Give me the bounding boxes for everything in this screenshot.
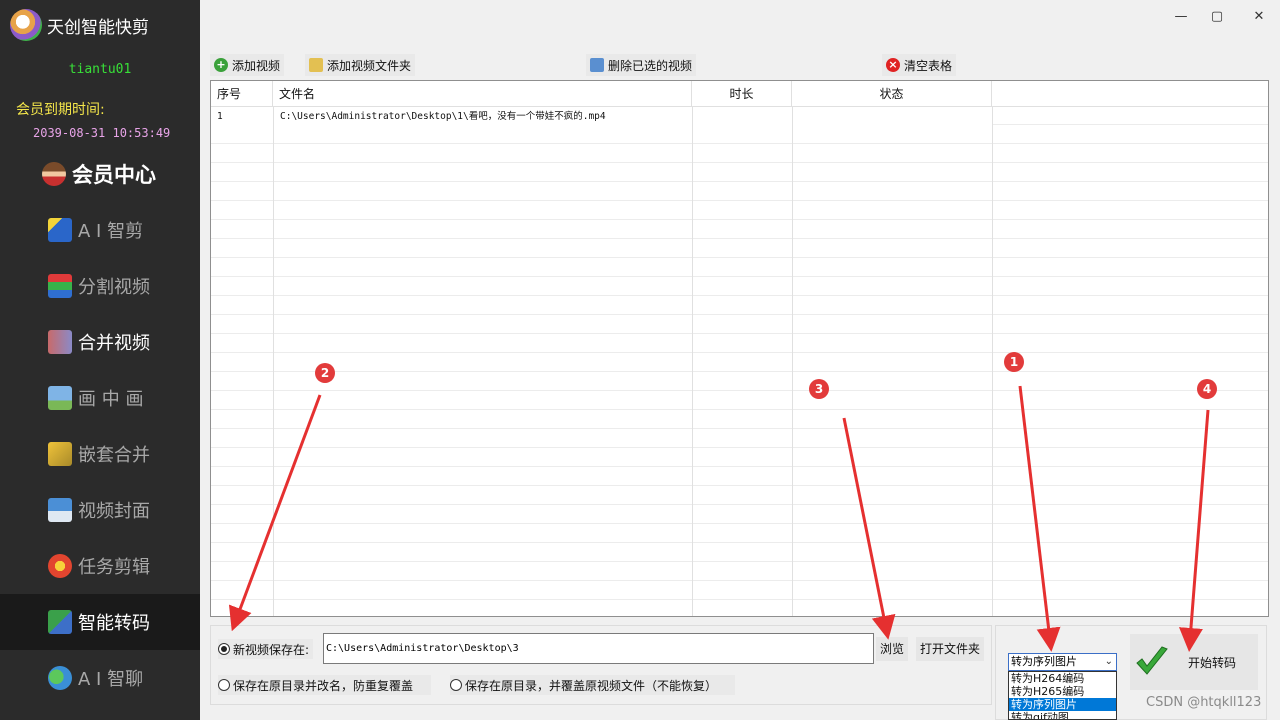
add-folder-button[interactable]: 添加视频文件夹 [305,54,416,76]
member-avatar-icon [42,162,66,186]
format-option-image-sequence[interactable]: 转为序列图片 [1009,698,1116,711]
add-folder-label: 添加视频文件夹 [327,58,412,73]
app-name: 天创智能快剪 [47,17,149,38]
cell-index: 1 [211,108,273,126]
sidebar-item-label: 画 中 画 [78,389,144,410]
clear-table-button[interactable]: × 清空表格 [882,54,957,76]
radio-button-unchecked[interactable] [450,679,462,691]
sidebar-item-nested-merge[interactable]: 嵌套合并 [0,426,200,482]
sidebar-item-label: A I 智剪 [78,221,144,242]
sidebar-nav: 会员中心 A I 智剪 分割视频 合并视频 画 中 画 嵌套合并 视频封面 任务… [0,146,200,706]
folder-add-icon [309,58,323,72]
member-expiry-date: 2039-08-31 10:53:49 [33,126,171,140]
app-title: 天创智能快剪 [10,9,149,41]
cell-status [793,108,992,126]
member-expiry-label: 会员到期时间: [16,102,105,118]
save-path-input[interactable]: C:\Users\Administrator\Desktop\3 [323,633,874,664]
column-header-index[interactable]: 序号 [211,81,273,107]
maximize-button[interactable]: ▢ [1206,6,1228,28]
column-header-status[interactable]: 状态 [792,81,992,107]
start-transcode-button[interactable]: 开始转码 [1130,634,1258,690]
plus-icon: + [214,58,228,72]
add-video-label: 添加视频 [232,58,281,73]
radio-overwrite-original[interactable]: 保存在原目录，并覆盖原视频文件（不能恢复） [450,675,736,695]
sidebar-item-split-video[interactable]: 分割视频 [0,258,200,314]
column-divider [992,107,993,616]
username: tiantu01 [68,62,132,77]
open-folder-button[interactable]: 打开文件夹 [916,637,985,661]
split-video-icon [48,274,72,298]
sidebar-item-member-center[interactable]: 会员中心 [0,146,200,202]
annotation-badge-2: 2 [315,363,335,383]
chat-bubble-icon [48,666,72,690]
radio-button-checked[interactable] [218,643,230,655]
checkmark-icon [1136,646,1168,675]
annotation-badge-3: 3 [809,379,829,399]
radio-button-unchecked[interactable] [218,679,230,691]
rename-option-label: 保存在原目录并改名，防重复覆盖 [233,678,414,693]
annotation-badge-1: 1 [1004,352,1024,372]
radio-rename-in-place[interactable]: 保存在原目录并改名，防重复覆盖 [218,675,432,695]
sidebar-item-label: 会员中心 [72,163,156,187]
sidebar-item-picture-in-picture[interactable]: 画 中 画 [0,370,200,426]
delete-selected-label: 删除已选的视频 [608,58,693,73]
column-header-empty [992,81,1268,107]
column-divider [273,107,274,616]
annotation-badge-4: 4 [1197,379,1217,399]
new-location-label: 新视频保存在: [233,642,310,657]
clear-x-icon: × [886,58,900,72]
sidebar-item-label: 分割视频 [78,277,150,298]
format-option-h264[interactable]: 转为H264编码 [1009,672,1116,685]
sidebar-item-task-edit[interactable]: 任务剪辑 [0,538,200,594]
close-button[interactable]: ✕ [1248,6,1270,28]
sidebar-item-label: 智能转码 [78,613,150,634]
nested-merge-icon [48,442,72,466]
browse-button[interactable]: 浏览 [876,637,909,661]
sidebar-item-label: A I 智聊 [78,669,144,690]
sidebar-item-ai-chat[interactable]: A I 智聊 [0,650,200,706]
flower-icon [48,554,72,578]
app-logo-icon [10,9,42,41]
merge-video-icon [48,330,72,354]
format-option-gif[interactable]: 转为gif动图 [1009,711,1116,719]
format-option-h265[interactable]: 转为H265编码 [1009,685,1116,698]
sidebar-item-label: 合并视频 [78,333,150,354]
transcode-icon [48,610,72,634]
picture-in-picture-icon [48,386,72,410]
sidebar-item-smart-transcode[interactable]: 智能转码 [0,594,200,650]
video-cover-icon [48,498,72,522]
sidebar-item-label: 视频封面 [78,501,150,522]
add-video-button[interactable]: + 添加视频 [210,54,285,76]
delete-selected-button[interactable]: 删除已选的视频 [586,54,697,76]
minimize-button[interactable]: — [1170,6,1192,28]
chevron-down-icon: ⌄ [1104,656,1113,667]
convert-format-dropdown[interactable]: 转为H264编码 转为H265编码 转为序列图片 转为gif动图 [1008,671,1117,720]
column-divider [792,107,793,616]
ai-edit-icon [48,218,72,242]
selected-format: 转为序列图片 [1011,655,1077,668]
sidebar-item-label: 任务剪辑 [78,557,150,578]
cell-duration [693,108,792,126]
sidebar-item-label: 嵌套合并 [78,445,150,466]
clear-table-label: 清空表格 [904,58,953,73]
radio-new-location[interactable]: 新视频保存在: [218,639,314,659]
cell-filename: C:\Users\Administrator\Desktop\1\看吧，没有一个… [274,108,692,126]
video-table[interactable]: 序号 文件名 时长 状态 1 C:\Users\Administrator\De… [210,80,1269,617]
column-divider [692,107,693,616]
delete-video-icon [590,58,604,72]
watermark: CSDN @htqkll123 [1146,695,1262,710]
sidebar-item-video-cover[interactable]: 视频封面 [0,482,200,538]
sidebar-item-merge-video[interactable]: 合并视频 [0,314,200,370]
sidebar-item-ai-edit[interactable]: A I 智剪 [0,202,200,258]
column-header-duration[interactable]: 时长 [692,81,792,107]
convert-format-select[interactable]: 转为序列图片 ⌄ [1008,653,1117,671]
column-header-filename[interactable]: 文件名 [273,81,692,107]
start-transcode-label: 开始转码 [1188,655,1237,670]
sidebar: 天创智能快剪 tiantu01 会员到期时间: 2039-08-31 10:53… [0,0,200,720]
overwrite-option-label: 保存在原目录，并覆盖原视频文件（不能恢复） [465,678,718,693]
